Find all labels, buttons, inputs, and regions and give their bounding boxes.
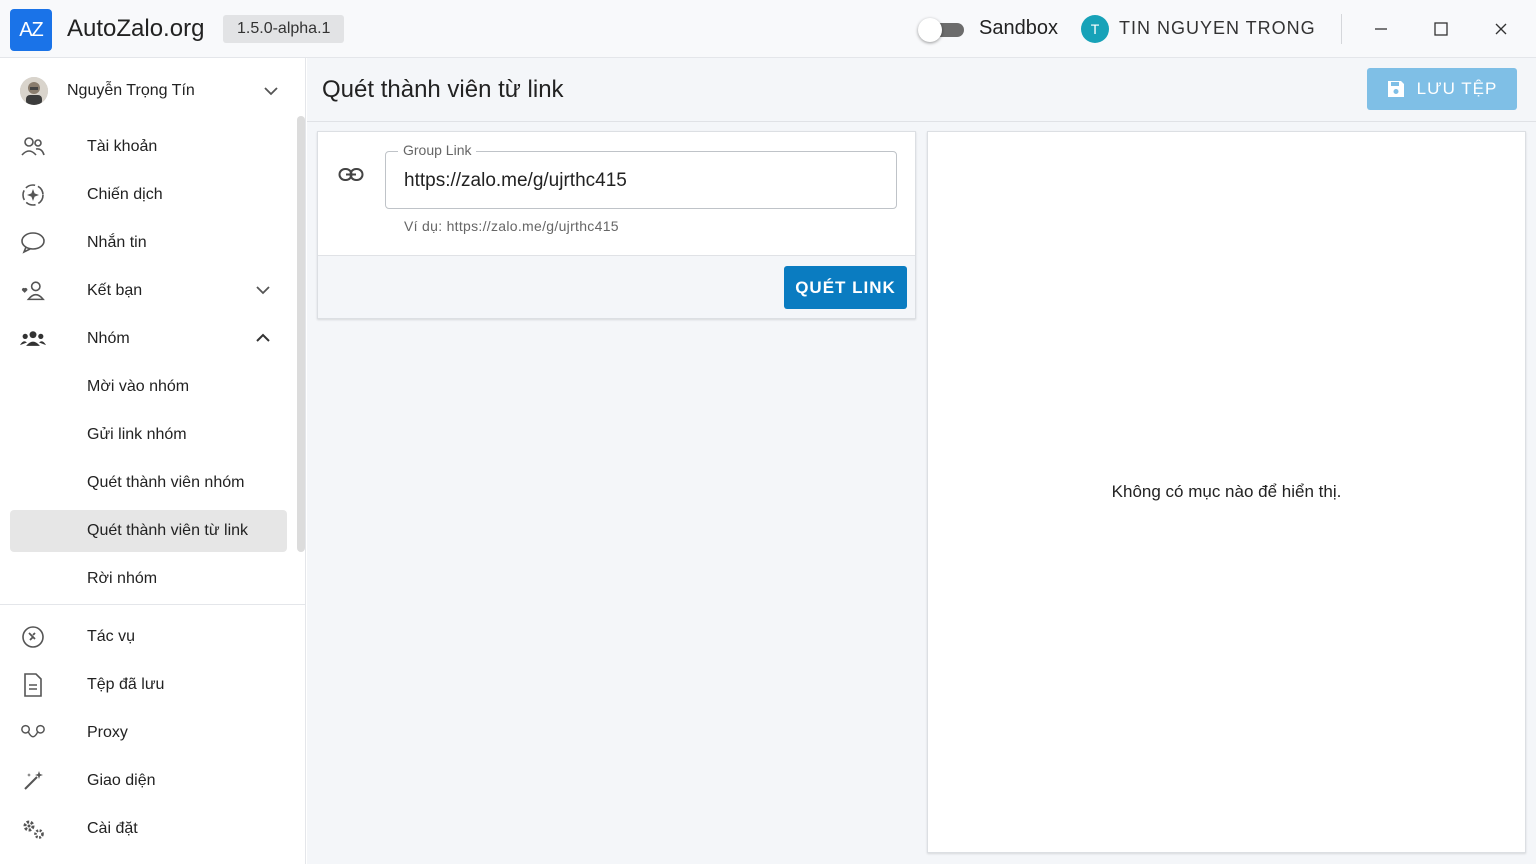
save-button-label: LƯU TỆP (1416, 79, 1498, 98)
add-friend-icon (20, 279, 46, 303)
scan-link-button[interactable]: QUÉT LINK (784, 266, 907, 309)
group-link-label: Group Link (398, 142, 477, 158)
sidebar-item-label: Kết bạn (87, 282, 143, 299)
sidebar-item-label: Proxy (87, 724, 128, 741)
sidebar-item-theme[interactable]: Giao diện (10, 760, 287, 802)
sidebar-item-proxy[interactable]: Proxy (10, 712, 287, 754)
sidebar-divider (0, 604, 306, 605)
sidebar-subitem-invite-to-group[interactable]: Mời vào nhóm (10, 366, 287, 408)
chevron-down-icon (256, 286, 270, 295)
scan-link-label: QUÉT LINK (795, 277, 896, 297)
chat-icon (20, 231, 46, 255)
sidebar-item-label: Rời nhóm (87, 570, 158, 587)
sidebar-item-label: Gửi link nhóm (87, 426, 187, 443)
settings-icon (20, 817, 46, 841)
save-file-button[interactable]: LƯU TỆP (1367, 68, 1517, 110)
header-divider (307, 121, 1536, 122)
user-name[interactable]: TIN NGUYEN TRONG (1119, 18, 1316, 39)
title-bar: AZ AutoZalo.org 1.5.0-alpha.1 Sandbox T … (0, 0, 1536, 58)
sidebar-item-label: Cài đặt (87, 820, 138, 837)
empty-state-message: Không có mục nào để hiển thị. (1111, 482, 1342, 501)
maximize-icon (1434, 22, 1448, 36)
sidebar-item-label: Chiến dịch (87, 186, 163, 203)
link-form-card: Group Link https://zalo.me/g/ujrthc415 V… (317, 131, 916, 319)
sidebar-item-label: Quét thành viên từ link (87, 522, 249, 539)
sidebar-item-accounts[interactable]: Tài khoản (10, 126, 287, 168)
toggle-knob (918, 18, 942, 42)
link-form-footer: QUÉT LINK (318, 255, 915, 318)
sidebar-item-label: Nhắn tin (87, 234, 147, 251)
accounts-icon (20, 135, 46, 159)
link-icon (338, 168, 364, 181)
version-badge: 1.5.0-alpha.1 (223, 15, 345, 43)
sandbox-label: Sandbox (979, 17, 1058, 39)
sidebar: Nguyễn Trọng Tín Tài khoản Chiến dịch Nh… (0, 58, 306, 864)
sidebar-item-label: Tệp đã lưu (87, 676, 165, 693)
save-icon (1387, 81, 1404, 97)
sidebar-item-label: Mời vào nhóm (87, 378, 190, 395)
sidebar-item-label: Quét thành viên nhóm (87, 474, 245, 491)
app-name: AutoZalo.org (67, 15, 205, 42)
minimize-button[interactable] (1366, 14, 1396, 44)
profile-name: Nguyễn Trọng Tín (67, 82, 195, 99)
profile-avatar (20, 77, 48, 105)
sidebar-item-label: Giao diện (87, 772, 156, 789)
sidebar-subitem-send-group-link[interactable]: Gửi link nhóm (10, 414, 287, 456)
sidebar-subitem-scan-members-from-link[interactable]: Quét thành viên từ link (10, 510, 287, 552)
results-panel: Không có mục nào để hiển thị. (927, 131, 1526, 853)
campaign-icon (20, 183, 46, 207)
sidebar-item-label: Nhóm (87, 330, 130, 347)
sidebar-item-campaign[interactable]: Chiến dịch (10, 174, 287, 216)
sidebar-item-tasks[interactable]: Tác vụ (10, 616, 287, 658)
group-link-input[interactable]: https://zalo.me/g/ujrthc415 (404, 170, 627, 192)
sidebar-item-saved-files[interactable]: Tệp đã lưu (10, 664, 287, 706)
page-title: Quét thành viên từ link (322, 76, 564, 103)
theme-icon (20, 769, 46, 793)
maximize-button[interactable] (1426, 14, 1456, 44)
main-content: Quét thành viên từ link LƯU TỆP Group Li… (307, 58, 1536, 864)
sidebar-item-settings[interactable]: Cài đặt (10, 808, 287, 850)
close-icon (1495, 23, 1507, 35)
sidebar-item-group[interactable]: Nhóm (10, 318, 287, 360)
proxy-icon (20, 721, 46, 745)
titlebar-divider (1341, 14, 1342, 44)
chevron-up-icon (256, 333, 270, 342)
group-link-field[interactable]: Group Link https://zalo.me/g/ujrthc415 (385, 142, 897, 209)
group-link-help-text: Ví dụ: https://zalo.me/g/ujrthc415 (404, 218, 619, 234)
sidebar-item-messages[interactable]: Nhắn tin (10, 222, 287, 264)
sidebar-item-label: Tài khoản (87, 138, 158, 155)
chevron-down-icon (264, 87, 278, 96)
profile-selector[interactable]: Nguyễn Trọng Tín (0, 58, 306, 124)
sandbox-toggle[interactable] (918, 18, 964, 42)
sidebar-item-label: Tác vụ (87, 628, 136, 645)
sidebar-subitem-scan-group-members[interactable]: Quét thành viên nhóm (10, 462, 287, 504)
user-initial: T (1090, 21, 1100, 37)
tasks-icon (20, 625, 46, 649)
app-logo-text: AZ (19, 18, 44, 41)
sidebar-item-add-friend[interactable]: Kết bạn (10, 270, 287, 312)
sidebar-subitem-leave-group[interactable]: Rời nhóm (10, 558, 287, 600)
group-icon (20, 327, 46, 351)
minimize-icon (1375, 28, 1387, 30)
sidebar-scrollbar[interactable] (297, 116, 305, 552)
app-logo: AZ (10, 9, 52, 51)
close-button[interactable] (1486, 14, 1516, 44)
user-avatar[interactable]: T (1081, 15, 1109, 43)
file-icon (20, 673, 46, 697)
